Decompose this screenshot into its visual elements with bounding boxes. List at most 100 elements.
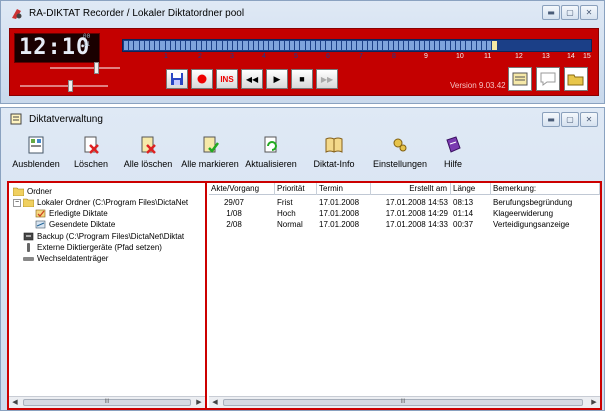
recorder-titlebar[interactable]: RA-DIKTAT Recorder / Lokaler Diktatordne… (1, 1, 604, 25)
column-header[interactable]: Bemerkung: (491, 183, 600, 195)
rewind-button[interactable]: ◀◀ (241, 69, 263, 89)
position-segment (248, 41, 253, 50)
table-scrollbar[interactable]: ◀ III ▶ (209, 396, 600, 408)
position-segment (466, 41, 471, 50)
tree-item[interactable]: Wechseldatenträger (23, 253, 108, 264)
scroll-left-arrow[interactable]: ◀ (209, 397, 221, 408)
position-segment (518, 41, 523, 50)
help-toolbar-button[interactable]: Hilfe (433, 132, 473, 176)
position-segment (570, 41, 575, 50)
position-bar[interactable] (122, 39, 592, 52)
dictation-list-button[interactable] (508, 67, 532, 91)
open-folder-button[interactable] (564, 67, 588, 91)
tree-item-label: Wechseldatenträger (37, 254, 109, 263)
maximize-button[interactable]: ▢ (561, 112, 579, 127)
position-segment (326, 41, 331, 50)
column-header[interactable]: Länge (451, 183, 491, 195)
minimize-button[interactable]: ▬ (542, 5, 560, 20)
maximize-button[interactable]: ▢ (561, 5, 579, 20)
manager-titlebar[interactable]: Diktatverwaltung ▬ ▢ ✕ (1, 108, 604, 130)
table-cell: 1/08 (226, 209, 242, 218)
close-button[interactable]: ✕ (580, 112, 598, 127)
play-button[interactable]: ▶ (266, 69, 288, 89)
scroll-left-arrow[interactable]: ◀ (9, 397, 21, 408)
time-value: 12:10 (19, 35, 91, 60)
position-segment (144, 41, 149, 50)
tree-item[interactable]: Externe Diktiergeräte (Pfad setzen) (23, 242, 162, 253)
volume-slider-thumb[interactable] (94, 62, 99, 74)
tree-item[interactable]: Backup (C:\Program Files\DictaNet\Diktat (23, 231, 184, 242)
scroll-right-arrow[interactable]: ▶ (193, 397, 205, 408)
column-header[interactable]: Priorität (275, 183, 317, 195)
table-scroll-thumb[interactable]: III (223, 399, 583, 406)
message-button[interactable] (536, 67, 560, 91)
info-toolbar-button[interactable]: Diktat-Info (301, 132, 367, 176)
removable-drive-icon (23, 254, 34, 263)
record-button[interactable] (191, 69, 213, 89)
toolbar-button-label: Ausblenden (12, 159, 60, 169)
column-header[interactable]: Termin (317, 183, 371, 195)
tree-item[interactable]: Ordner (12, 186, 52, 197)
delete-toolbar-button[interactable]: Löschen (65, 132, 117, 176)
position-segment (186, 41, 191, 50)
position-segment (362, 41, 367, 50)
speed-slider-thumb[interactable] (68, 80, 73, 92)
position-tick-label: 5 (294, 53, 298, 60)
position-segment (440, 41, 445, 50)
table-header: Akte/Vorgang Priorität Termin Erstellt am Lä… (209, 183, 600, 195)
position-segment (539, 41, 544, 50)
tree-item[interactable]: Erledigte Diktate (35, 208, 108, 219)
position-segment (315, 41, 321, 50)
position-segment (222, 41, 227, 50)
hide-icon (26, 135, 46, 155)
table-row[interactable]: 29/07 Frist 17.01.2008 17.01.2008 14:53 08:1… (209, 197, 600, 208)
toolbar-button-label: Alle markieren (181, 159, 239, 169)
position-segment (134, 41, 139, 50)
save-button[interactable] (166, 69, 188, 89)
mark-all-toolbar-button[interactable]: Alle markieren (179, 132, 241, 176)
table-cell: 17.01.2008 14:53 (385, 198, 448, 207)
tree-item[interactable]: − Lokaler Ordner (C:\Program Files\DictaN… (13, 197, 188, 208)
position-tick-label: 2 (198, 53, 202, 60)
settings-toolbar-button[interactable]: Einstellungen (367, 132, 433, 176)
refresh-toolbar-button[interactable]: Aktualisieren (241, 132, 301, 176)
position-tick-label: 15 (583, 53, 591, 60)
position-segment (430, 41, 435, 50)
table-cell: 00:37 (453, 220, 474, 229)
volume-slider[interactable] (50, 62, 120, 74)
column-header[interactable]: Erstellt am (371, 183, 451, 195)
table-row[interactable]: 2/08 Normal 17.01.2008 17.01.2008 14:33 00:3… (209, 219, 600, 230)
toolbar-button-label: Hilfe (443, 159, 462, 169)
position-segment (165, 41, 170, 50)
scroll-right-arrow[interactable]: ▶ (588, 397, 600, 408)
time-small-readout: 00 11 (83, 33, 90, 49)
tree-item-label: Backup (C:\Program Files\DictaNet\Diktat (37, 232, 185, 241)
position-segment (264, 41, 269, 50)
minimize-button[interactable]: ▬ (542, 112, 560, 127)
stop-button[interactable]: ■ (291, 69, 313, 89)
tree-scroll-thumb[interactable]: III (23, 399, 191, 406)
hide-toolbar-button[interactable]: Ausblenden (7, 132, 65, 176)
tree-scrollbar[interactable]: ◀ III ▶ (9, 396, 205, 408)
position-segment (129, 41, 134, 50)
forward-button[interactable]: ▶▶ (316, 69, 338, 89)
tree-item[interactable]: Gesendete Diktate (35, 219, 115, 230)
position-segment (341, 41, 347, 50)
close-button[interactable]: ✕ (580, 5, 598, 20)
table-row[interactable]: 1/08 Hoch 17.01.2008 17.01.2008 14:29 01:14 K… (209, 208, 600, 219)
collapse-icon[interactable]: − (13, 198, 21, 207)
speed-slider[interactable] (20, 80, 108, 92)
position-tick-label: 12 (515, 53, 523, 60)
insert-button[interactable]: INS (216, 69, 238, 89)
table-cell: 17.01.2008 (319, 220, 360, 229)
column-header[interactable]: Akte/Vorgang (209, 183, 275, 195)
folder-icon (12, 187, 25, 197)
position-tick-label: 9 (424, 53, 428, 60)
recorder-title: RA-DIKTAT Recorder / Lokaler Diktatordne… (29, 7, 245, 19)
delete-all-toolbar-button[interactable]: Alle löschen (117, 132, 179, 176)
info-icon (324, 135, 344, 155)
position-segment (559, 41, 564, 50)
position-tick-label: 4 (262, 53, 266, 60)
position-segment (196, 41, 201, 50)
manager-title: Diktatverwaltung (29, 113, 103, 125)
